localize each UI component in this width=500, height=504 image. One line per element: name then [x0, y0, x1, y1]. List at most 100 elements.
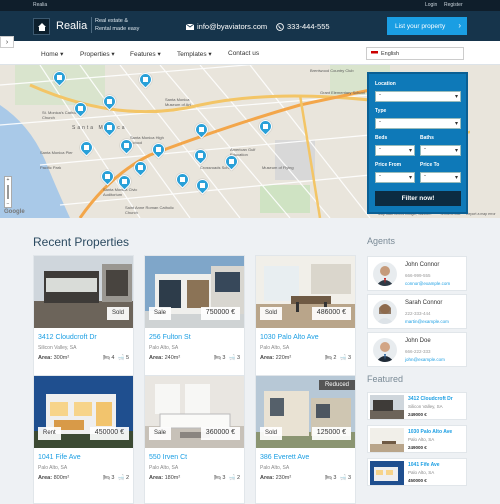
agent-card[interactable]: Sarah Connor 222-333-444 martin@example.…	[367, 294, 467, 329]
avatar[interactable]	[373, 338, 397, 362]
featured-title-link[interactable]: 3412 Cloudcroft Dr	[408, 396, 453, 402]
agents-title: Agents	[367, 236, 396, 246]
property-area: Area: 230m²	[260, 475, 292, 481]
status-badge: Sale	[149, 307, 172, 320]
map-label-grant: Grant Elementary School	[320, 90, 365, 95]
property-title[interactable]: 256 Fulton St	[149, 334, 191, 341]
topstrip-brand: Realia	[33, 2, 48, 8]
featured-item[interactable]: 1041 Fife Ave Palo Alto, SA 450000 €	[367, 458, 467, 486]
nav-home[interactable]: Home ▾	[41, 50, 63, 58]
nav-properties[interactable]: Properties ▾	[80, 50, 115, 58]
map-label-education: American Gulf Education	[230, 147, 256, 157]
price-to-select[interactable]: -	[420, 172, 461, 183]
nav-features[interactable]: Features ▾	[130, 50, 161, 58]
map-zoom-control[interactable]: + −	[4, 176, 12, 208]
map-label-country-club: Brentwood Country Club	[310, 68, 354, 73]
zoom-slider[interactable]	[7, 185, 9, 199]
featured-title-link[interactable]: 1030 Palo Alto Ave	[408, 429, 452, 435]
property-card[interactable]: Reduced Sold 125000 € 386 Everett Ave Pa…	[255, 375, 356, 504]
property-card[interactable]: Sold 3412 Cloudcroft Dr Silicon Valley, …	[33, 255, 134, 384]
property-location: Palo Alto, SA	[38, 465, 68, 471]
baths-select[interactable]: -	[420, 145, 461, 156]
property-stats: 🛏 3 🛁 3	[324, 475, 351, 481]
phone-text: 333-444-555	[287, 22, 330, 31]
agent-phone: 666-999-555	[405, 273, 431, 278]
featured-title-link[interactable]: 1041 Fife Ave	[408, 462, 440, 468]
phone-icon	[276, 22, 284, 31]
agent-name[interactable]: Sarah Connor	[405, 300, 442, 306]
zoom-in-icon[interactable]: +	[5, 177, 11, 183]
beds-select[interactable]: -	[375, 145, 415, 156]
featured-location: Palo Alto, SA	[408, 437, 435, 442]
property-title[interactable]: 1041 Fife Ave	[38, 454, 81, 461]
property-location: Palo Alto, SA	[149, 345, 179, 351]
filter-button[interactable]: Filter now!	[375, 191, 461, 206]
login-link[interactable]: Login	[425, 2, 437, 8]
header-email[interactable]: info@byaviators.com	[186, 22, 267, 31]
bed-icon: 🛏	[102, 355, 110, 361]
agent-email[interactable]: john@example.com	[405, 357, 445, 362]
agent-email[interactable]: connor@example.com	[405, 281, 450, 286]
property-location: Silicon Valley, SA	[38, 345, 77, 351]
property-stats: 🛏 3 🛁 2	[213, 475, 240, 481]
google-logo: Google	[4, 209, 25, 215]
agent-name[interactable]: John Doe	[405, 338, 431, 344]
agent-email[interactable]: martin@example.com	[405, 319, 449, 324]
price-from-label: Price From	[375, 162, 402, 168]
avatar[interactable]	[373, 300, 397, 324]
property-title[interactable]: 1030 Palo Alto Ave	[260, 334, 319, 341]
map-report-link[interactable]: Report a map error	[466, 212, 496, 216]
status-badge: Sale	[149, 427, 172, 440]
property-card[interactable]: Sale 750000 € 256 Fulton St Palo Alto, S…	[144, 255, 245, 384]
map-label-flying: Museum of Flying	[262, 165, 294, 170]
status-badge: Sold	[106, 307, 129, 320]
property-card[interactable]: Sold 486000 € 1030 Palo Alto Ave Palo Al…	[255, 255, 356, 384]
zoom-out-icon[interactable]: −	[5, 201, 11, 207]
house-icon	[37, 22, 46, 31]
register-link[interactable]: Register	[444, 2, 463, 8]
header-phone: 333-444-555	[276, 22, 330, 31]
featured-image[interactable]	[370, 395, 404, 419]
featured-image[interactable]	[370, 428, 404, 452]
bath-icon: 🛁	[228, 355, 236, 361]
avatar[interactable]	[373, 262, 397, 286]
price-from-select[interactable]: -	[375, 172, 415, 183]
featured-item[interactable]: 1030 Palo Alto Ave Palo Alto, SA 249000 …	[367, 425, 467, 453]
flag-icon	[371, 51, 378, 57]
property-title[interactable]: 386 Everett Ave	[260, 454, 309, 461]
featured-price: 249000 €	[408, 412, 427, 417]
property-card[interactable]: Rent 450000 € 1041 Fife Ave Palo Alto, S…	[33, 375, 134, 504]
property-stats: 🛏 4 🛁 5	[102, 355, 129, 361]
featured-price: 450000 €	[408, 478, 427, 483]
property-title[interactable]: 550 Irven Ct	[149, 454, 187, 461]
featured-image[interactable]	[370, 461, 404, 485]
agent-card[interactable]: John Connor 666-999-555 connor@example.c…	[367, 256, 467, 291]
map-label-museum: Santa Monica Museum of Art	[165, 97, 191, 107]
header: Realia Real estate & Rental made easy in…	[0, 11, 500, 41]
location-select[interactable]: -	[375, 91, 461, 102]
side-panel-toggle[interactable]: ›	[0, 36, 14, 48]
featured-price: 249000 €	[408, 445, 427, 450]
language-select[interactable]: English	[366, 47, 464, 60]
brand-name[interactable]: Realia	[56, 20, 87, 32]
featured-item[interactable]: 3412 Cloudcroft Dr Silicon Valley, SA 24…	[367, 392, 467, 420]
chevron-right-icon: ›	[458, 21, 461, 30]
property-card[interactable]: Sale 360000 € 550 Irven Ct Palo Alto, SA…	[144, 375, 245, 504]
status-badge: Sold	[260, 307, 283, 320]
price-badge: 360000 €	[200, 427, 240, 440]
agent-name[interactable]: John Connor	[405, 262, 439, 268]
list-property-button[interactable]: List your property ›	[387, 17, 467, 35]
nav-templates[interactable]: Templates ▾	[177, 50, 212, 58]
nav-contact[interactable]: Contact us	[228, 50, 259, 57]
agent-card[interactable]: John Doe 666-222-333 john@example.com	[367, 332, 467, 367]
bath-icon: 🛁	[117, 475, 125, 481]
bath-icon: 🛁	[339, 475, 347, 481]
type-select[interactable]: -	[375, 118, 461, 129]
recent-properties-title: Recent Properties	[33, 235, 130, 249]
price-badge: 486000 €	[311, 307, 351, 320]
reduced-badge: Reduced	[318, 380, 355, 390]
logo[interactable]	[33, 18, 50, 35]
property-title[interactable]: 3412 Cloudcroft Dr	[38, 334, 97, 341]
status-badge: Rent	[38, 427, 61, 440]
property-stats: 🛏 3 🛁 2	[102, 475, 129, 481]
